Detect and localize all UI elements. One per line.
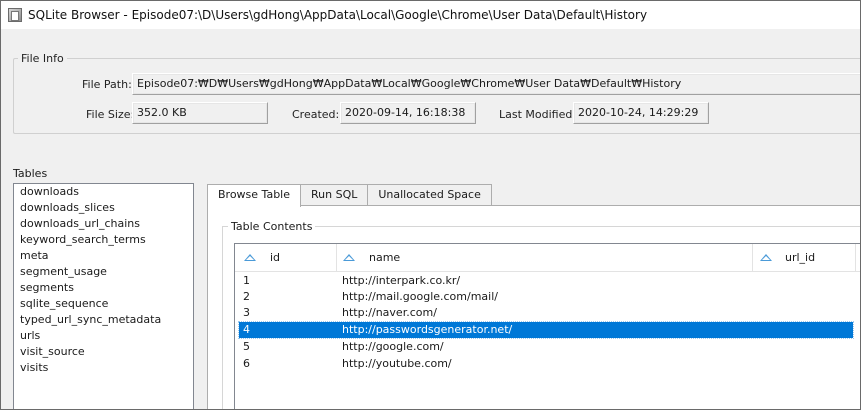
table-item-downloads-slices[interactable]: downloads_slices xyxy=(14,200,193,216)
file-size-label: File Size: xyxy=(86,108,135,121)
window-title: SQLite Browser - Episode07:\D\Users\gdHo… xyxy=(28,8,648,22)
column-header-label: id xyxy=(270,251,281,264)
tab-browse-table[interactable]: Browse Table xyxy=(207,184,301,207)
cell-name: http://google.com/ xyxy=(342,340,444,353)
file-info-label: File Info xyxy=(18,52,67,65)
sort-ascending-icon xyxy=(244,254,256,261)
sort-ascending-icon xyxy=(343,254,355,261)
cell-id: 1 xyxy=(243,274,250,287)
tables-list[interactable]: downloads downloads_slices downloads_url… xyxy=(13,183,194,409)
cell-name: http://mail.google.com/mail/ xyxy=(342,290,498,303)
table-row[interactable]: 1 http://interpark.co.kr/ xyxy=(239,273,853,289)
table-item-segments[interactable]: segments xyxy=(14,280,193,296)
tab-bar: Browse Table Run SQL Unallocated Space xyxy=(207,184,492,207)
cell-name: http://youtube.com/ xyxy=(342,357,452,370)
cell-name: http://interpark.co.kr/ xyxy=(342,274,461,287)
cell-id: 3 xyxy=(243,306,250,319)
table-contents-grid[interactable]: id name url_id 1 http://interpark.co.kr/… xyxy=(234,243,860,409)
sort-ascending-icon xyxy=(760,254,772,261)
table-row-selected[interactable]: 4 http://passwordsgenerator.net/ xyxy=(238,321,854,339)
column-separator[interactable] xyxy=(855,244,856,272)
table-item-typed-url-sync-metadata[interactable]: typed_url_sync_metadata xyxy=(14,312,193,328)
tab-unallocated-space[interactable]: Unallocated Space xyxy=(367,184,492,206)
file-size-field[interactable]: 352.0 KB xyxy=(132,102,268,124)
table-item-visits[interactable]: visits xyxy=(14,360,193,376)
column-separator[interactable] xyxy=(752,244,753,272)
table-item-meta[interactable]: meta xyxy=(14,248,193,264)
column-header-label: url_id xyxy=(785,251,816,264)
grid-header: id name url_id xyxy=(235,244,860,272)
tab-run-sql[interactable]: Run SQL xyxy=(300,184,369,206)
app-window: SQLite Browser - Episode07:\D\Users\gdHo… xyxy=(0,0,861,410)
cell-id: 2 xyxy=(243,290,250,303)
cell-name: http://passwordsgenerator.net/ xyxy=(342,323,513,336)
file-path-label: File Path: xyxy=(82,78,132,91)
file-path-field[interactable]: Episode07:₩D₩Users₩gdHong₩AppData₩Local₩… xyxy=(132,73,860,95)
table-item-urls[interactable]: urls xyxy=(14,328,193,344)
created-label: Created: xyxy=(292,108,340,121)
cell-id: 6 xyxy=(243,357,250,370)
created-field[interactable]: 2020-09-14, 16:18:38 xyxy=(340,102,476,124)
table-item-downloads[interactable]: downloads xyxy=(14,184,193,200)
table-row[interactable]: 3 http://naver.com/ xyxy=(239,305,853,321)
last-modified-field[interactable]: 2020-10-24, 14:29:29 xyxy=(573,102,709,124)
title-bar[interactable]: SQLite Browser - Episode07:\D\Users\gdHo… xyxy=(1,1,860,29)
table-item-downloads-url-chains[interactable]: downloads_url_chains xyxy=(14,216,193,232)
table-row[interactable]: 2 http://mail.google.com/mail/ xyxy=(239,289,853,305)
table-item-keyword-search-terms[interactable]: keyword_search_terms xyxy=(14,232,193,248)
cell-id: 5 xyxy=(243,340,250,353)
tables-label: Tables xyxy=(13,167,48,180)
table-row[interactable]: 5 http://google.com/ xyxy=(239,339,853,355)
table-item-segment-usage[interactable]: segment_usage xyxy=(14,264,193,280)
table-item-visit-source[interactable]: visit_source xyxy=(14,344,193,360)
column-separator[interactable] xyxy=(336,244,337,272)
cell-id: 4 xyxy=(243,323,250,336)
app-icon xyxy=(8,8,22,22)
table-contents-label: Table Contents xyxy=(228,220,316,233)
last-modified-label: Last Modified: xyxy=(499,108,577,121)
table-item-sqlite-sequence[interactable]: sqlite_sequence xyxy=(14,296,193,312)
cell-name: http://naver.com/ xyxy=(342,306,437,319)
column-header-label: name xyxy=(369,251,401,264)
table-row[interactable]: 6 http://youtube.com/ xyxy=(239,356,853,372)
